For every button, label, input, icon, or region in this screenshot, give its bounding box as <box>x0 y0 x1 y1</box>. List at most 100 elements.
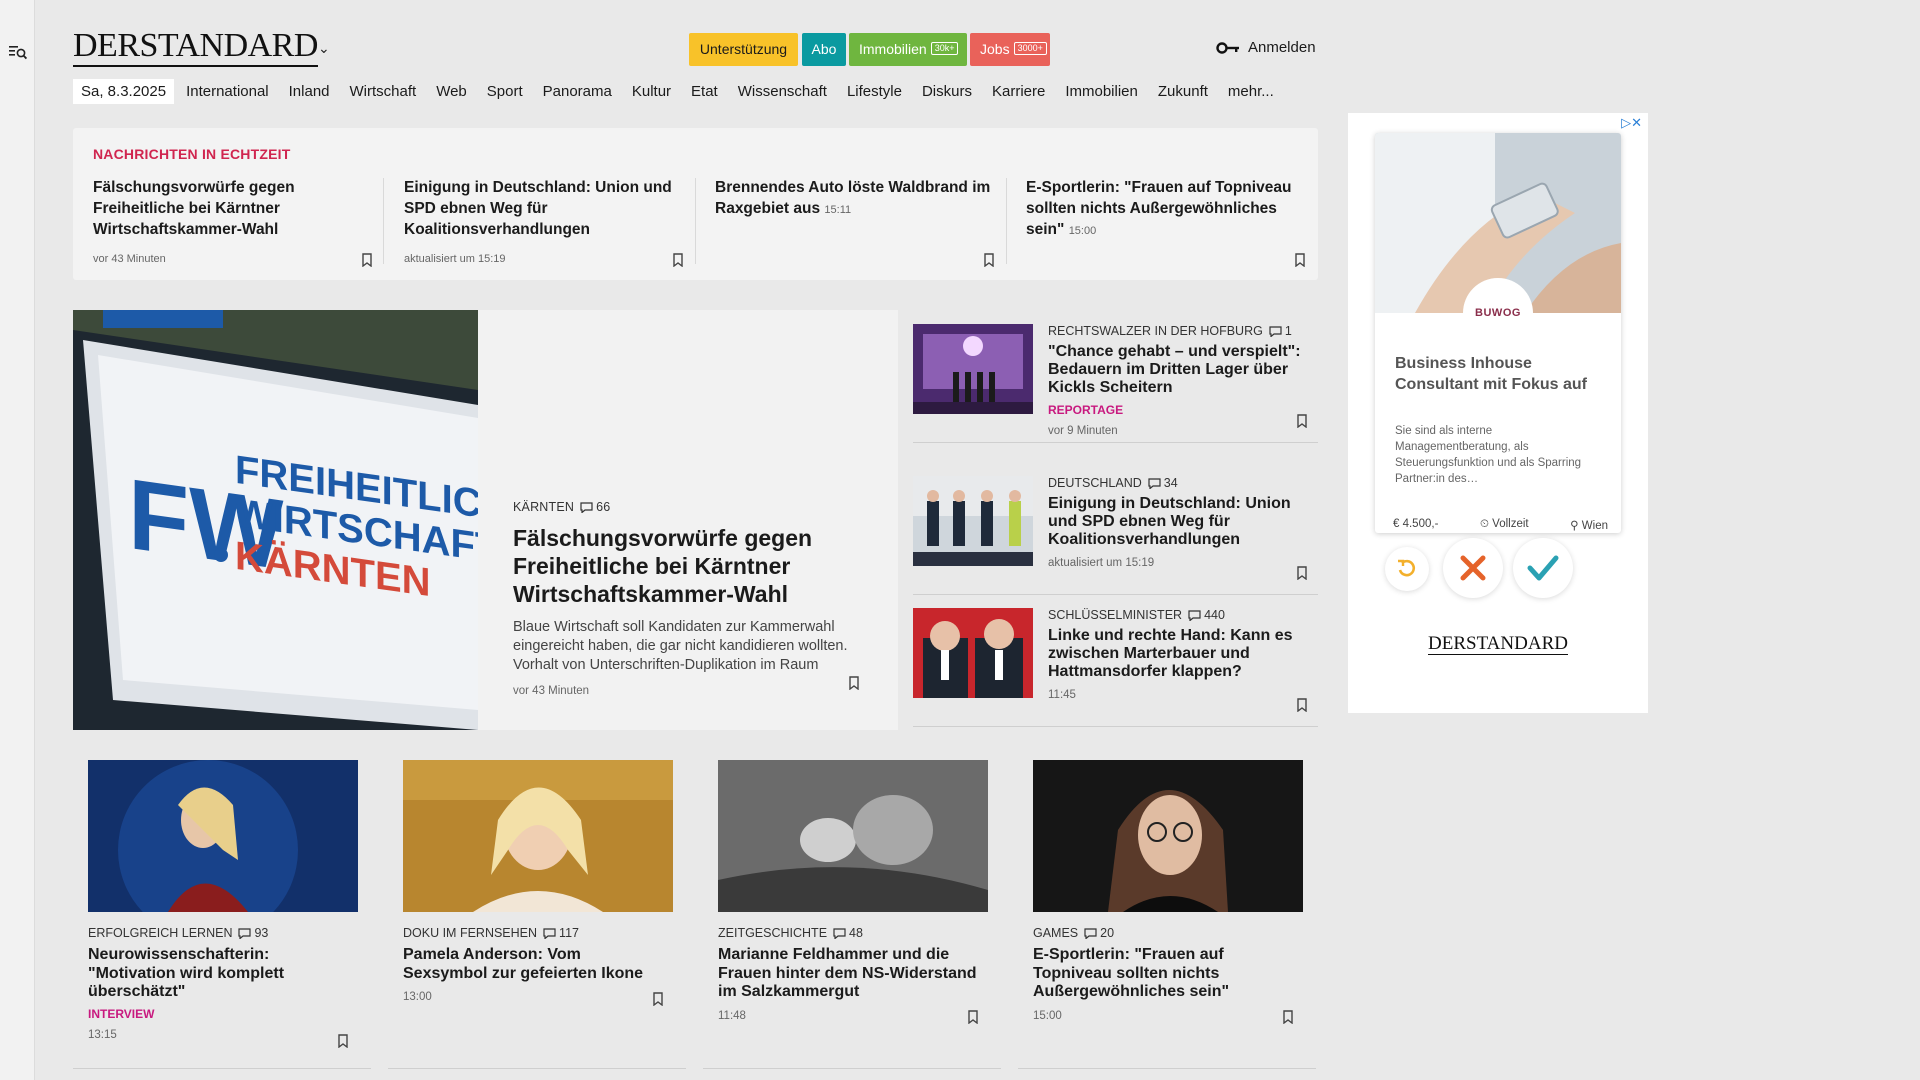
realtime-item-title: E-Sportlerin: "Frauen auf Topniveau soll… <box>1026 179 1292 238</box>
realtime-item[interactable]: Einigung in Deutschland: Union und SPD e… <box>404 177 684 267</box>
nav-item-immobilien[interactable]: Immobilien <box>1065 83 1138 100</box>
teaser-card-meta: 13:00 <box>403 991 432 1003</box>
teaser-card[interactable]: ZEITGESCHICHTE 48 Marianne Feldhammer und… <box>703 760 1001 1069</box>
side-article[interactable]: DEUTSCHLAND 34 Einigung in Deutschland: U… <box>913 462 1318 595</box>
nav-item-etat[interactable]: Etat <box>691 83 718 100</box>
nav-item-panorama[interactable]: Panorama <box>543 83 612 100</box>
menu-search-icon[interactable] <box>9 44 27 60</box>
teaser-card-image[interactable] <box>718 760 988 912</box>
bookmark-icon[interactable] <box>337 1034 349 1048</box>
nav-item-web[interactable]: Web <box>436 83 467 100</box>
nav-item-wirtschaft[interactable]: Wirtschaft <box>350 83 417 100</box>
ad-banner[interactable]: ▷✕ BUWOG Business Inhouse Consultant mit… <box>1348 113 1648 713</box>
bookmark-icon[interactable] <box>967 1010 979 1024</box>
abo-button[interactable]: Abo <box>802 33 846 66</box>
reject-button[interactable] <box>1443 538 1503 598</box>
teaser-card-title[interactable]: Neurowissenschafterin: "Motivation wird … <box>88 946 353 1002</box>
bookmark-icon[interactable] <box>848 676 860 690</box>
jobs-button[interactable]: Jobs 3000+ <box>970 33 1050 66</box>
side-article-title[interactable]: "Chance gehabt – und verspielt": Bedauer… <box>1048 343 1303 397</box>
bookmark-icon[interactable] <box>672 253 684 267</box>
realtime-news-box: NACHRICHTEN IN ECHTZEIT Fälschungsvorwür… <box>73 128 1318 280</box>
nav-item-international[interactable]: International <box>186 83 269 100</box>
teaser-card-kicker-label: DOKU IM FERNSEHEN <box>403 926 538 940</box>
side-article-kicker-label: RECHTSWALZER IN DER HOFBURG <box>1048 324 1263 338</box>
comment-icon <box>238 928 252 940</box>
site-logo[interactable]: DERSTANDARD <box>73 28 318 67</box>
teaser-card[interactable]: GAMES 20 E-Sportlerin: "Frauen auf Topniv… <box>1018 760 1316 1069</box>
side-article[interactable]: RECHTSWALZER IN DER HOFBURG 1 "Chance geh… <box>913 310 1318 443</box>
teaser-card-kicker: ZEITGESCHICHTE 48 <box>718 926 983 940</box>
side-article-image[interactable] <box>913 324 1033 414</box>
bookmark-icon[interactable] <box>983 253 995 267</box>
nav-item-kultur[interactable]: Kultur <box>632 83 671 100</box>
teaser-card-comment-count: 48 <box>849 926 863 940</box>
chevron-down-icon[interactable]: ⌄ <box>318 40 330 57</box>
hero-article[interactable]: FW FREIHEITLICHE WIRTSCHAFT KÄRNTEN KÄRN… <box>73 310 898 730</box>
nav-item-zukunft[interactable]: Zukunft <box>1158 83 1208 100</box>
hero-image[interactable]: FW FREIHEITLICHE WIRTSCHAFT KÄRNTEN <box>73 310 478 730</box>
nav-item-karriere[interactable]: Karriere <box>992 83 1045 100</box>
side-article-kicker-label: SCHLÜSSELMINISTER <box>1048 608 1183 622</box>
nav-item-sport[interactable]: Sport <box>487 83 523 100</box>
bookmark-icon[interactable] <box>1296 414 1308 428</box>
close-icon <box>1460 555 1486 581</box>
teaser-card-image[interactable] <box>88 760 358 912</box>
nav-item-inland[interactable]: Inland <box>289 83 330 100</box>
side-article[interactable]: SCHLÜSSELMINISTER 440 Linke und rechte Ha… <box>913 594 1318 727</box>
support-button[interactable]: Unterstützung <box>689 33 798 66</box>
login-button[interactable]: Anmelden <box>1216 39 1316 56</box>
bookmark-icon[interactable] <box>1296 698 1308 712</box>
bookmark-icon[interactable] <box>1296 566 1308 580</box>
nav-item-diskurs[interactable]: Diskurs <box>922 83 972 100</box>
bookmark-icon[interactable] <box>361 253 373 267</box>
teaser-card-comment-count: 117 <box>559 926 579 940</box>
undo-button[interactable] <box>1385 547 1429 591</box>
teaser-card-title[interactable]: Pamela Anderson: Vom Sexsymbol zur gefei… <box>403 946 668 983</box>
side-article-comment-count: 440 <box>1204 608 1225 622</box>
teaser-card-title[interactable]: Marianne Feldhammer und die Frauen hinte… <box>718 946 983 1002</box>
key-icon <box>1216 41 1239 54</box>
realtime-item[interactable]: Brennendes Auto löste Waldbrand im Raxge… <box>715 177 995 267</box>
comment-icon <box>833 928 846 940</box>
main-nav: Sa, 8.3.2025 International Inland Wirtsc… <box>73 78 1294 104</box>
login-label: Anmelden <box>1248 39 1316 56</box>
bookmark-icon[interactable] <box>652 992 664 1006</box>
ad-logo[interactable]: DERSTANDARD <box>1348 633 1648 655</box>
teaser-card-kicker-label: ERFOLGREICH LERNEN <box>88 926 233 940</box>
realtime-item[interactable]: Fälschungsvorwürfe gegen Freiheitliche b… <box>93 177 373 267</box>
realtime-title: NACHRICHTEN IN ECHTZEIT <box>93 146 291 162</box>
nav-item-lifestyle[interactable]: Lifestyle <box>847 83 902 100</box>
realtime-item-title: Brennendes Auto löste Waldbrand im Raxge… <box>715 179 991 217</box>
ad-logo-text: DERSTANDARD <box>1428 633 1568 655</box>
teaser-card-image[interactable] <box>403 760 673 912</box>
teaser-card[interactable]: DOKU IM FERNSEHEN 117 Pamela Anderson: Vo… <box>388 760 686 1069</box>
ad-close-button[interactable]: ▷✕ <box>1621 115 1642 131</box>
ad-job-title[interactable]: Business Inhouse Consultant mit Fokus au… <box>1395 353 1605 395</box>
teaser-card-comment-count: 20 <box>1100 926 1115 940</box>
teaser-card-comment-count: 93 <box>254 926 269 940</box>
divider <box>383 178 384 264</box>
comment-icon <box>1188 610 1201 622</box>
teaser-card-image[interactable] <box>1033 760 1303 912</box>
accept-button[interactable] <box>1513 538 1573 598</box>
side-article-image[interactable] <box>913 476 1033 566</box>
side-article-comment-count: 1 <box>1284 324 1292 338</box>
bookmark-icon[interactable] <box>1294 253 1306 267</box>
nav-item-more[interactable]: mehr... <box>1228 83 1274 100</box>
side-article-title[interactable]: Linke und rechte Hand: Kann es zwischen … <box>1048 627 1303 681</box>
ad-job-card[interactable]: BUWOG Business Inhouse Consultant mit Fo… <box>1375 133 1621 533</box>
teaser-card-kicker: DOKU IM FERNSEHEN 117 <box>403 926 668 940</box>
hero-title[interactable]: Fälschungsvorwürfe gegen Freiheitliche b… <box>513 524 873 608</box>
side-article-title[interactable]: Einigung in Deutschland: Union und SPD e… <box>1048 495 1303 549</box>
teaser-card-meta: 13:15 <box>88 1028 117 1041</box>
realtime-item[interactable]: E-Sportlerin: "Frauen auf Topniveau soll… <box>1026 177 1306 267</box>
teaser-card-meta: 15:00 <box>1033 1009 1062 1022</box>
nav-item-wissenschaft[interactable]: Wissenschaft <box>738 83 827 100</box>
teaser-card-title[interactable]: E-Sportlerin: "Frauen auf Topniveau soll… <box>1033 946 1298 1002</box>
bookmark-icon[interactable] <box>1282 1010 1294 1024</box>
teaser-card[interactable]: ERFOLGREICH LERNEN 93 Neurowissenschafter… <box>73 760 371 1069</box>
side-article-image[interactable] <box>913 608 1033 698</box>
immobilien-button[interactable]: Immobilien 30k+ <box>849 33 967 66</box>
ad-location: ⚲ Wien <box>1570 518 1608 532</box>
